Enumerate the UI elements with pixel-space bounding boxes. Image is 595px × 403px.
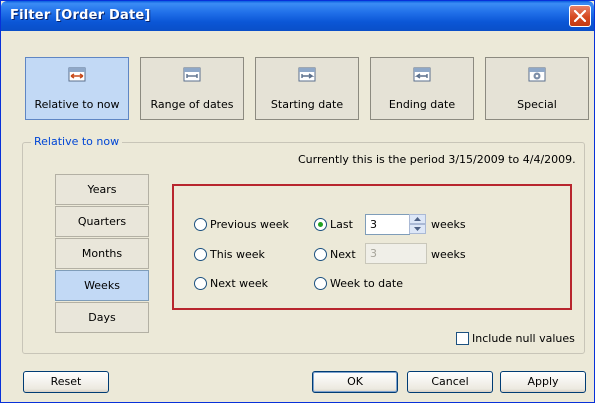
next-weeks-input[interactable]: 3 — [365, 243, 427, 264]
next-weeks-unit: weeks — [431, 248, 466, 261]
radio-last[interactable]: Last — [314, 218, 353, 231]
tab-months[interactable]: Months — [55, 238, 149, 269]
radio-next-circle — [314, 248, 327, 261]
filter-dialog: Filter [Order Date] Relative to now Rang… — [0, 0, 595, 403]
calendar-relative-icon — [68, 67, 86, 82]
ok-button[interactable]: OK — [312, 371, 398, 393]
radio-this-week-label: This week — [210, 248, 265, 261]
radio-last-circle — [314, 218, 327, 231]
radio-this-week[interactable]: This week — [194, 248, 265, 261]
mode-starting-date-button[interactable]: Starting date — [255, 57, 359, 120]
include-null-checkbox[interactable]: Include null values — [456, 332, 575, 345]
mode-range-of-dates-label: Range of dates — [150, 98, 234, 111]
radio-previous-week[interactable]: Previous week — [194, 218, 289, 231]
radio-next-week[interactable]: Next week — [194, 277, 268, 290]
tab-weeks[interactable]: Weeks — [55, 270, 149, 301]
close-icon — [574, 10, 586, 22]
mode-ending-date-label: Ending date — [388, 98, 456, 111]
include-null-label: Include null values — [472, 332, 575, 345]
last-weeks-input[interactable]: 3 — [365, 214, 410, 235]
mode-special-label: Special — [517, 98, 557, 111]
close-button[interactable] — [569, 5, 591, 27]
radio-next[interactable]: Next — [314, 248, 356, 261]
title-bar[interactable]: Filter [Order Date] — [1, 1, 594, 31]
radio-week-to-date-label: Week to date — [330, 277, 403, 290]
radio-next-week-circle — [194, 277, 207, 290]
window-title: Filter [Order Date] — [10, 8, 151, 23]
apply-button[interactable]: Apply — [500, 371, 586, 393]
radio-last-label: Last — [330, 218, 353, 231]
calendar-end-icon — [413, 67, 431, 82]
radio-previous-week-label: Previous week — [210, 218, 289, 231]
last-weeks-unit: weeks — [431, 218, 466, 231]
tab-days[interactable]: Days — [55, 302, 149, 333]
radio-week-to-date[interactable]: Week to date — [314, 277, 403, 290]
cancel-button[interactable]: Cancel — [407, 371, 493, 393]
last-weeks-spinner[interactable] — [409, 214, 426, 235]
calendar-start-icon — [298, 67, 316, 82]
include-null-box — [456, 332, 469, 345]
reset-button[interactable]: Reset — [23, 371, 109, 393]
mode-relative-to-now-button[interactable]: Relative to now — [25, 57, 129, 120]
mode-relative-to-now-label: Relative to now — [34, 98, 120, 111]
mode-range-of-dates-button[interactable]: Range of dates — [140, 57, 244, 120]
period-description: Currently this is the period 3/15/2009 t… — [298, 153, 576, 166]
radio-previous-week-circle — [194, 218, 207, 231]
group-legend: Relative to now — [31, 135, 123, 148]
calendar-special-icon — [528, 67, 546, 82]
radio-week-to-date-circle — [314, 277, 327, 290]
arrow-down-icon — [414, 227, 421, 231]
mode-special-button[interactable]: Special — [485, 57, 589, 120]
mode-ending-date-button[interactable]: Ending date — [370, 57, 474, 120]
spin-down-button[interactable] — [409, 224, 426, 234]
radio-next-label: Next — [330, 248, 356, 261]
mode-starting-date-label: Starting date — [270, 98, 344, 111]
tab-years[interactable]: Years — [55, 174, 149, 205]
calendar-range-icon — [183, 67, 201, 82]
radio-this-week-circle — [194, 248, 207, 261]
radio-next-week-label: Next week — [210, 277, 269, 290]
arrow-up-icon — [414, 217, 421, 221]
tab-quarters[interactable]: Quarters — [55, 206, 149, 237]
spin-up-button[interactable] — [409, 214, 426, 224]
